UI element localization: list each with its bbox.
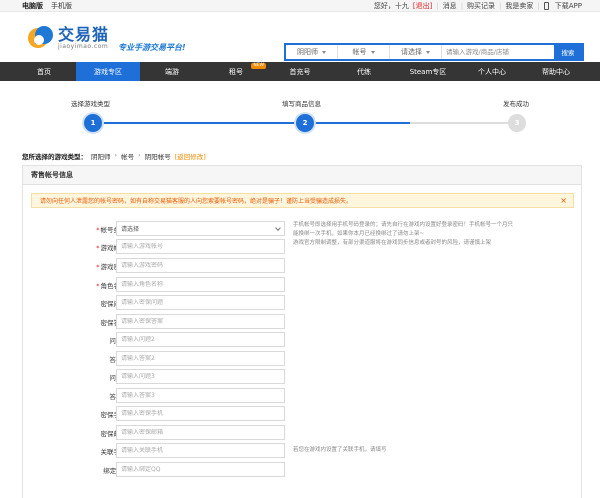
nav-steam[interactable]: Steam专区 [396,62,460,81]
download-app-link[interactable]: 下载APP [555,1,582,11]
step-line-1 [101,122,298,124]
step-3-circle: 3 [508,114,526,132]
form-row-bound-qq: 绑定QQ： [23,462,583,477]
form-row-security-answer: 密保答案： [23,314,583,329]
form-row-game-password: *游戏密码： [23,258,583,273]
step-line-2a [313,122,410,124]
bound-qq-input[interactable] [121,466,284,473]
phone-icon [543,1,549,10]
step-2-circle: 2 [296,114,314,132]
nav-first-charge[interactable]: 首充号 [268,62,332,81]
security-notice: 请勿向任何人泄露您的帐号密码，如有自称交易猫客服的人向您索要帐号密码，绝对是骗子… [31,193,574,208]
site-logo[interactable]: 交易猫 jiaoyimao.com [26,24,109,52]
account-type-select[interactable]: 请选择 [116,221,285,236]
form-row-question-3: 问题3： [23,369,583,384]
seller-link[interactable]: 我是卖家 [505,1,533,11]
security-question-input[interactable] [121,299,284,306]
reselect-link[interactable]: [返回修改] [175,151,206,161]
selected-game-type: 您所选择的游戏类型： 阴阳师 › 帐号 › 阴阳帐号 [返回修改] [22,151,206,161]
form-row-security-email: 密保邮箱： [23,425,583,440]
answer-2-input[interactable] [121,355,284,362]
security-answer-input[interactable] [121,318,284,325]
messages-link[interactable]: 消息 [443,1,457,11]
main-nav: 首页 游戏专区 端游 租号 NEW 首充号 代练 Steam专区 个人中心 帮助… [0,62,600,81]
question-3-input[interactable] [121,373,284,380]
search-input[interactable] [442,45,554,59]
search-bar: 阴阳师 帐号 请选择 搜索 [284,43,584,61]
header: 交易猫 jiaoyimao.com 专业手游交易平台! 阴阳师 帐号 请选择 搜… [0,12,600,62]
form-row-security-phone: 密保手机： [23,406,583,421]
slogan: 专业手游交易平台! [118,43,186,52]
security-phone-input[interactable] [121,410,284,417]
account-info-panel: 寄售帐号信息 请勿向任何人泄露您的帐号密码，如有自称交易猫客服的人向您索要帐号密… [22,165,582,498]
search-button[interactable]: 搜索 [554,45,582,59]
form-row-answer-3: 答案3： [23,388,583,403]
mobile-version-link[interactable]: 手机版 [51,1,72,11]
linked-phone-hint: 若您在游戏内设置了关联手机，请填写 [293,447,387,453]
logo-domain: jiaoyimao.com [58,43,109,50]
step-1-circle: 1 [84,114,102,132]
linked-phone-input[interactable] [121,447,284,454]
step-line-2b [410,122,510,124]
nav-pc-games[interactable]: 端游 [140,62,204,81]
caret-down-icon [426,50,430,54]
form-row-question-2: 问题2： [23,332,583,347]
game-select[interactable]: 阴阳师 [286,45,338,59]
nav-help[interactable]: 帮助中心 [524,62,588,81]
nav-user-center[interactable]: 个人中心 [460,62,524,81]
category-select[interactable]: 帐号 [338,45,390,59]
game-password-input[interactable] [121,262,284,269]
chevron-down-icon [275,224,281,231]
panel-title: 寄售帐号信息 [23,166,581,185]
form-row-role-name: *角色名称： [23,277,583,292]
answer-3-input[interactable] [121,392,284,399]
role-name-input[interactable] [121,281,284,288]
nav-rent[interactable]: 租号 NEW [204,62,268,81]
step-2-label: 填写商品信息 [282,100,321,108]
nav-game-zone[interactable]: 游戏专区 [76,62,140,81]
progress-steps: 选择游戏类型 填写商品信息 发布成功 1 2 3 [0,96,600,140]
account-type-hint: 手机帐号即选择用手机号码登录的；请先自行在游戏内设置好登录密码！手机帐号一个月只… [293,222,514,246]
logout-link[interactable]: [退出] [413,1,432,11]
server-select[interactable]: 请选择 [390,45,442,59]
step-3-label: 发布成功 [503,100,529,108]
step-1-label: 选择游戏类型 [71,100,110,108]
nav-boosting[interactable]: 代练 [332,62,396,81]
question-2-input[interactable] [121,336,284,343]
form-row-security-question: 密保问题： [23,295,583,310]
security-email-input[interactable] [121,429,284,436]
cat-logo-icon [26,24,54,52]
close-icon[interactable]: × [560,196,567,205]
caret-down-icon [370,50,375,54]
nav-home[interactable]: 首页 [12,62,76,81]
purchase-history-link[interactable]: 购买记录 [467,1,495,11]
desktop-version-link[interactable]: 电脑版 [22,1,43,11]
game-account-input[interactable] [121,243,284,250]
caret-down-icon [322,50,326,54]
form-row-answer-2: 答案2： [23,351,583,366]
new-badge: NEW [251,63,266,69]
top-bar: 电脑版 手机版 您好，十九 [退出] | 消息 | 购买记录 | 我是卖家 | … [0,0,600,12]
greeting-text: 您好，十九 [373,1,409,10]
logo-name: 交易猫 [58,25,110,44]
